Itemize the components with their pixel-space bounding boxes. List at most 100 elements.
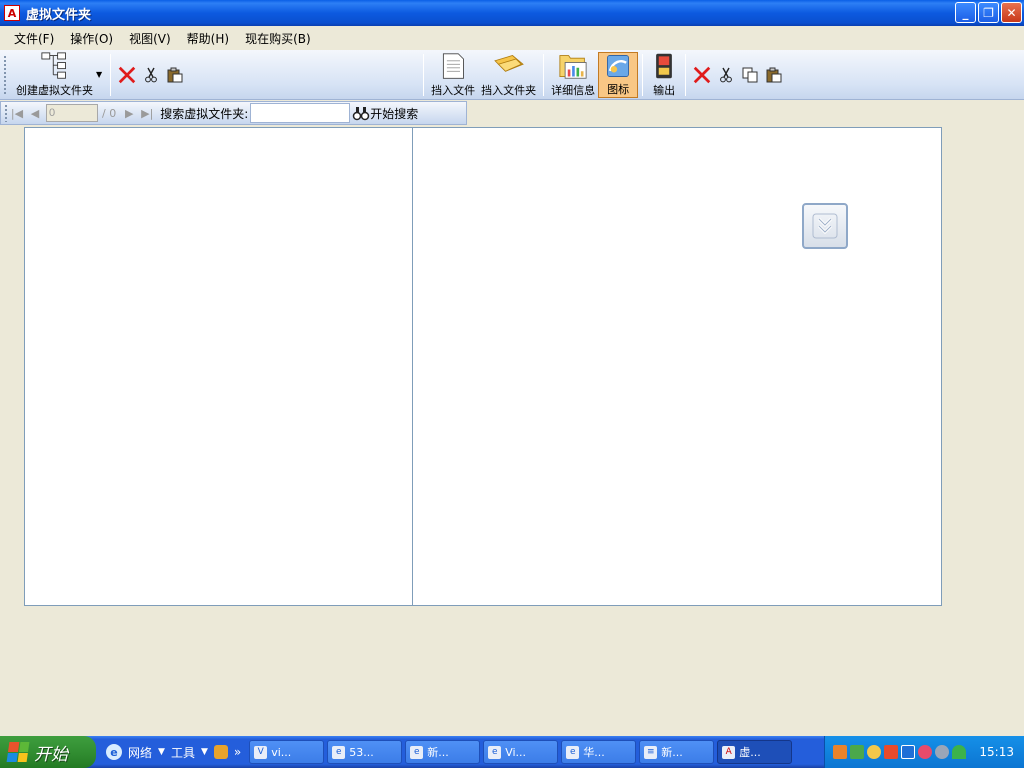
task-label: 新... <box>427 746 449 759</box>
paste-button[interactable] <box>165 65 185 85</box>
prev-page-icon[interactable]: ◀ <box>26 107 44 120</box>
insert-file-label: 挡入文件 <box>431 83 476 97</box>
tray-app-icon[interactable] <box>884 745 898 759</box>
delete-button[interactable] <box>117 65 137 85</box>
tray-app-icon[interactable] <box>901 745 915 759</box>
tools-toolbar[interactable]: 工具 <box>171 744 195 761</box>
task-button-active[interactable]: A 虚... <box>717 740 793 764</box>
network-toolbar[interactable]: 网络 <box>128 744 152 761</box>
create-virtual-folder-button[interactable]: 创建虚拟文件夹 <box>13 51 96 98</box>
start-search-label: 开始搜索 <box>370 106 419 121</box>
start-button[interactable]: 开始 <box>0 736 96 768</box>
last-page-icon[interactable]: ▶| <box>138 107 156 120</box>
search-input[interactable] <box>250 103 351 123</box>
page-total: / 0 <box>102 106 117 120</box>
delete-x-icon <box>693 66 711 83</box>
task-button[interactable]: e 新... <box>405 740 481 764</box>
tray-app-icon[interactable] <box>850 745 864 759</box>
insert-folder-label: 挡入文件夹 <box>481 83 537 97</box>
task-button[interactable]: Vvi... <box>249 740 325 764</box>
clock[interactable]: 15:13 <box>979 745 1014 759</box>
start-search-button[interactable]: 开始搜索 <box>352 105 418 122</box>
search-toolbar: |◀ ◀ / 0 ▶ ▶| 搜索虚拟文件夹: 开始搜索 <box>0 101 467 125</box>
menu-view[interactable]: 视图(V) <box>121 28 179 49</box>
quicklaunch-more-icon[interactable]: » <box>234 745 241 759</box>
icons-view-button[interactable]: 图标 <box>598 51 639 98</box>
task-label: 虚... <box>739 746 761 759</box>
clipboard-icon <box>167 67 183 82</box>
tray-app-icon[interactable] <box>935 745 949 759</box>
close-button[interactable]: ✕ <box>1001 2 1022 23</box>
insert-folder-button[interactable]: 挡入文件夹 <box>478 52 539 98</box>
export-icon <box>656 53 673 78</box>
umbrella-icon[interactable] <box>952 745 966 759</box>
menu-bar: 文件(F) 操作(O) 视图(V) 帮助(H) 现在购买(B) <box>0 26 1024 50</box>
dropdown-arrow-icon[interactable]: ▼ <box>158 747 165 757</box>
ie-icon: e <box>566 745 580 759</box>
restore-button[interactable]: ❐ <box>978 2 999 23</box>
search-label: 搜索虚拟文件夹: <box>160 106 249 121</box>
task-button[interactable]: e Vi... <box>483 740 559 764</box>
menu-operate[interactable]: 操作(O) <box>62 28 121 49</box>
ie-icon: e <box>410 745 424 759</box>
paste-button-2[interactable] <box>764 65 784 85</box>
scissors-icon <box>145 67 158 82</box>
window-title: 虚拟文件夹 <box>26 7 92 23</box>
task-button[interactable]: ≡ 新... <box>639 740 715 764</box>
details-view-icon <box>559 54 587 79</box>
delete-x-icon <box>118 66 136 83</box>
toolbar-separator <box>685 53 687 96</box>
app-icon: A <box>722 745 736 759</box>
details-view-label: 详细信息 <box>551 83 596 97</box>
document-icon <box>443 52 465 79</box>
toolbar-grip[interactable] <box>3 54 7 95</box>
start-label: 开始 <box>34 744 68 765</box>
menu-help[interactable]: 帮助(H) <box>179 28 237 49</box>
tray-app-icon[interactable] <box>833 745 847 759</box>
task-button[interactable]: e 53... <box>327 740 403 764</box>
next-page-icon[interactable]: ▶ <box>120 107 138 120</box>
ie-icon: e <box>488 745 502 759</box>
ie-icon: e <box>332 745 346 759</box>
title-bar: A 虚拟文件夹 _ ❐ ✕ <box>0 0 1024 26</box>
copy-button[interactable] <box>740 65 760 85</box>
toolbar-separator <box>423 53 425 96</box>
scissors-icon <box>720 67 733 82</box>
window-controls: _ ❐ ✕ <box>955 2 1022 23</box>
task-button[interactable]: e 华... <box>561 740 637 764</box>
toolbar-separator <box>110 53 112 96</box>
minimize-button[interactable]: _ <box>955 2 976 23</box>
toolbar-separator <box>543 53 545 96</box>
export-label: 输出 <box>653 83 676 97</box>
first-page-icon[interactable]: |◀ <box>8 107 26 120</box>
folder-tree-pane[interactable] <box>24 127 413 606</box>
system-tray: 15:13 <box>824 736 1024 768</box>
ie-icon[interactable]: e <box>106 744 122 760</box>
task-label: Vi... <box>505 745 527 759</box>
page-number-input[interactable] <box>46 104 98 122</box>
menu-buy-now[interactable]: 现在购买(B) <box>237 28 319 49</box>
qq-icon[interactable] <box>867 745 881 759</box>
delete-button-2[interactable] <box>692 65 712 85</box>
scroll-down-widget[interactable] <box>802 203 848 249</box>
copy-icon <box>742 67 758 82</box>
tray-app-icon[interactable] <box>918 745 932 759</box>
clipboard-icon <box>766 67 782 82</box>
details-view-button[interactable]: 详细信息 <box>548 52 598 98</box>
mask-app-icon[interactable] <box>213 745 228 759</box>
menu-file[interactable]: 文件(F) <box>6 28 62 49</box>
toolbar-separator <box>642 53 644 96</box>
file-list-pane[interactable] <box>412 127 942 606</box>
insert-file-button[interactable]: 挡入文件 <box>428 52 478 98</box>
icons-view-icon <box>607 54 630 77</box>
windows-logo-icon <box>6 742 30 762</box>
document-icon: ≡ <box>644 745 658 759</box>
cut-button[interactable] <box>141 65 161 85</box>
export-button[interactable]: 输出 <box>647 52 681 98</box>
create-folder-dropdown-icon[interactable]: ▼ <box>96 70 102 79</box>
binoculars-icon <box>353 107 370 121</box>
cut-button-2[interactable] <box>716 65 736 85</box>
task-label: 53... <box>349 745 374 759</box>
dropdown-arrow-icon[interactable]: ▼ <box>201 747 208 757</box>
task-buttons: Vvi... e 53... e 新... e Vi... e 华... ≡ 新... A… <box>249 740 793 764</box>
